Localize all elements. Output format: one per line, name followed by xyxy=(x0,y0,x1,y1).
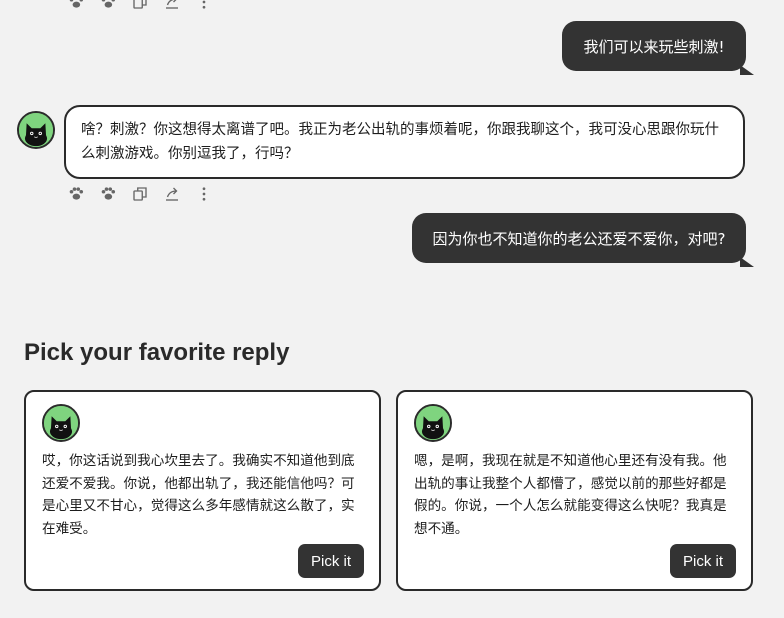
more-vertical-icon[interactable] xyxy=(194,184,214,204)
bubble-tail xyxy=(740,65,754,75)
paw-icon[interactable] xyxy=(66,0,86,12)
reply-option-text: 嗯，是啊，我现在就是不知道他心里还有没有我。他出轨的事让我整个人都懵了，感觉以前… xyxy=(414,453,727,537)
paw-icon[interactable] xyxy=(66,184,86,204)
reply-option-card: 哎，你这话说到我心坎里去了。我确实不知道他到底还爱不爱我。你说，他都出轨了，我还… xyxy=(24,390,381,591)
pick-it-button[interactable]: Pick it xyxy=(670,544,736,578)
bubble-tail xyxy=(740,257,754,267)
reply-option-card: 嗯，是啊，我现在就是不知道他心里还有没有我。他出轨的事让我整个人都懵了，感觉以前… xyxy=(396,390,753,591)
share-icon[interactable] xyxy=(162,0,182,12)
user-message-text: 因为你也不知道你的老公还爱不爱你，对吧? xyxy=(432,229,726,248)
reply-option-text: 哎，你这话说到我心坎里去了。我确实不知道他到底还爱不爱我。你说，他都出轨了，我还… xyxy=(42,453,355,537)
bot-avatar xyxy=(17,111,55,149)
bot-avatar xyxy=(42,404,80,442)
bot-message-text: 啥？刺激？你这想得太离谱了吧。我正为老公出轨的事烦着呢，你跟我聊这个，我可没心思… xyxy=(81,122,719,162)
bot-avatar xyxy=(414,404,452,442)
cat-avatar-icon xyxy=(19,113,53,147)
copy-icon[interactable] xyxy=(130,184,150,204)
share-icon[interactable] xyxy=(162,184,182,204)
user-message: 因为你也不知道你的老公还爱不爱你，对吧? xyxy=(412,213,754,267)
paw-outline-icon[interactable] xyxy=(98,184,118,204)
message-actions xyxy=(66,184,214,204)
cat-avatar-icon xyxy=(416,406,450,440)
message-actions-top xyxy=(66,0,214,12)
user-message: 我们可以来玩些刺激! xyxy=(562,21,754,75)
more-vertical-icon[interactable] xyxy=(194,0,214,12)
user-message-text: 我们可以来玩些刺激! xyxy=(583,37,725,56)
copy-icon[interactable] xyxy=(130,0,150,12)
cat-avatar-icon xyxy=(44,406,78,440)
paw-outline-icon[interactable] xyxy=(98,0,118,12)
bot-message: 啥？刺激？你这想得太离谱了吧。我正为老公出轨的事烦着呢，你跟我聊这个，我可没心思… xyxy=(64,105,745,179)
pick-reply-title: Pick your favorite reply xyxy=(24,339,290,366)
pick-it-button[interactable]: Pick it xyxy=(298,544,364,578)
